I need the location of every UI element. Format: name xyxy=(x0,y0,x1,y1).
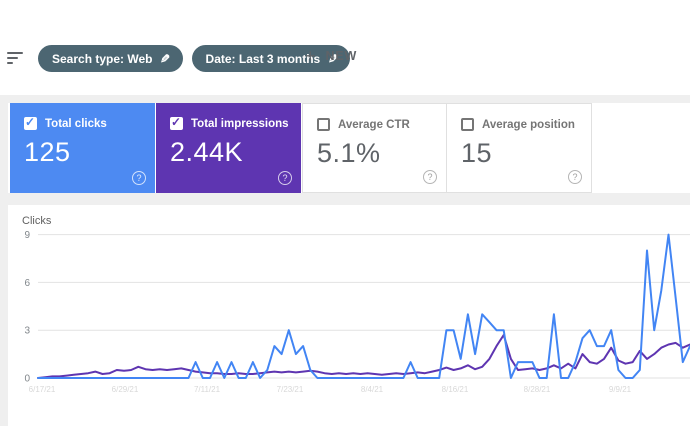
plus-icon: + xyxy=(305,47,316,65)
average-ctr-label: Average CTR xyxy=(338,119,410,131)
y-axis-tick-label: 0 xyxy=(24,374,30,385)
x-axis-date-label: 8/16/21 xyxy=(442,385,469,394)
average-position-card[interactable]: Average position 15 ? xyxy=(447,103,592,193)
x-axis-date-label: 7/11/21 xyxy=(194,385,221,394)
filter-list-icon[interactable] xyxy=(7,51,29,67)
total-clicks-card[interactable]: ✓ Total clicks 125 ? xyxy=(10,103,155,193)
new-filter-button[interactable]: + NEW xyxy=(305,47,357,65)
x-axis-date-label: 8/4/21 xyxy=(361,385,384,394)
checkmark-icon: ✓ xyxy=(171,115,181,129)
average-ctr-card[interactable]: Average CTR 5.1% ? xyxy=(302,103,447,193)
total-impressions-label: Total impressions xyxy=(191,118,289,130)
new-filter-button-label: NEW xyxy=(326,49,358,63)
total-clicks-line xyxy=(38,235,690,378)
metric-cards-panel: ✓ Total clicks 125 ? ✓ Total impressions… xyxy=(8,103,690,193)
x-axis-date-label: 7/23/21 xyxy=(277,385,304,394)
x-axis-date-label: 6/17/21 xyxy=(29,385,56,394)
filter-chip-row: Search type: Web ✎ Date: Last 3 months ✎ xyxy=(38,45,350,72)
help-icon[interactable]: ? xyxy=(278,171,292,185)
help-icon[interactable]: ? xyxy=(423,170,437,184)
average-position-label: Average position xyxy=(482,119,575,131)
total-clicks-label: Total clicks xyxy=(45,118,107,130)
total-impressions-value: 2.44K xyxy=(170,137,289,168)
edit-pencil-icon: ✎ xyxy=(160,53,170,65)
total-clicks-value: 125 xyxy=(24,137,143,168)
search-type-filter-chip[interactable]: Search type: Web ✎ xyxy=(38,45,183,72)
help-icon[interactable]: ? xyxy=(132,171,146,185)
average-position-checkbox[interactable] xyxy=(461,118,474,131)
clicks-impressions-line-chart[interactable]: 9 6 3 06/17/21 6/29/21 7/11/21 7/23/21 8/4/21 8/… xyxy=(8,205,690,426)
total-impressions-line xyxy=(38,335,690,378)
help-icon[interactable]: ? xyxy=(568,170,582,184)
date-filter-label: Date: Last 3 months xyxy=(206,52,321,66)
average-ctr-value: 5.1% xyxy=(317,138,434,169)
total-impressions-checkbox[interactable]: ✓ xyxy=(170,117,183,130)
total-clicks-checkbox[interactable]: ✓ xyxy=(24,117,37,130)
y-axis-tick-label: 9 xyxy=(24,230,30,241)
total-impressions-card[interactable]: ✓ Total impressions 2.44K ? xyxy=(156,103,301,193)
filter-toolbar: Search type: Web ✎ Date: Last 3 months ✎… xyxy=(0,0,690,95)
x-axis-date-label: 9/9/21 xyxy=(609,385,632,394)
y-axis-tick-label: 6 xyxy=(24,278,30,289)
x-axis-date-label: 8/28/21 xyxy=(524,385,551,394)
search-type-filter-label: Search type: Web xyxy=(52,52,152,66)
x-axis-date-label: 6/29/21 xyxy=(112,385,139,394)
performance-chart-panel: Clicks 96306/17/216/29/217/11/217/23/218… xyxy=(8,205,690,426)
checkmark-icon: ✓ xyxy=(25,115,35,129)
y-axis-tick-label: 3 xyxy=(24,326,30,337)
average-position-value: 15 xyxy=(461,138,579,169)
average-ctr-checkbox[interactable] xyxy=(317,118,330,131)
